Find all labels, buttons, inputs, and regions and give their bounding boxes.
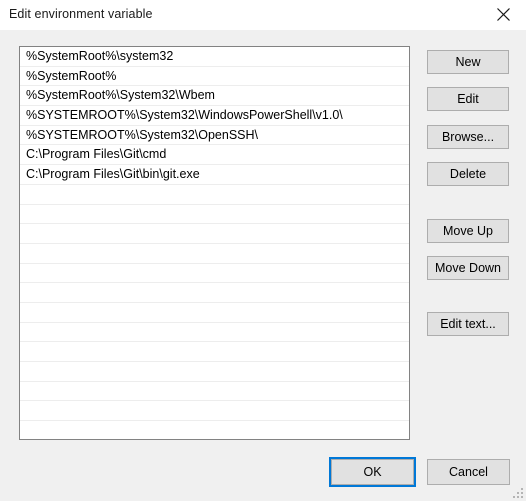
new-button[interactable]: New [427,50,509,74]
list-item[interactable]: %SystemRoot%\System32\Wbem [20,86,409,107]
list-item[interactable]: %SystemRoot%\system32 [20,47,409,67]
title-bar: Edit environment variable [0,0,526,31]
list-item[interactable]: %SYSTEMROOT%\System32\OpenSSH\ [20,126,409,146]
list-item-empty[interactable] [20,342,409,362]
edit-text-button[interactable]: Edit text... [427,312,509,336]
move-up-button[interactable]: Move Up [427,219,509,243]
list-item-empty[interactable] [20,401,409,422]
close-button[interactable] [481,0,526,29]
list-item-empty[interactable] [20,362,409,382]
list-item-empty[interactable] [20,244,409,264]
page-title: Edit environment variable [9,7,153,21]
browse-button[interactable]: Browse... [427,125,509,149]
ok-button[interactable]: OK [329,457,416,487]
edit-button[interactable]: Edit [427,87,509,111]
move-down-button[interactable]: Move Down [427,256,509,280]
delete-button[interactable]: Delete [427,162,509,186]
close-icon [497,8,510,21]
path-entries-listbox[interactable]: %SystemRoot%\system32 %SystemRoot% %System… [19,46,410,440]
path-entries-rows: %SystemRoot%\system32 %SystemRoot% %System… [20,47,409,439]
list-item-empty[interactable] [20,264,409,284]
edit-environment-variable-dialog: Edit environment variable %SystemRoot%\s… [0,0,526,501]
list-item[interactable]: %SystemRoot% [20,67,409,87]
list-item-empty[interactable] [20,224,409,244]
list-item-empty[interactable] [20,185,409,205]
list-item-empty[interactable] [20,323,409,343]
cancel-button[interactable]: Cancel [427,459,510,485]
list-item-empty[interactable] [20,382,409,402]
list-item-empty[interactable] [20,283,409,303]
list-item-empty[interactable] [20,303,409,323]
list-item[interactable]: C:\Program Files\Git\cmd [20,145,409,166]
list-item-empty[interactable] [20,421,409,439]
list-item-empty[interactable] [20,205,409,225]
resize-grip[interactable] [511,486,523,498]
list-item[interactable]: %SYSTEMROOT%\System32\WindowsPowerShell\… [20,106,409,126]
list-item[interactable]: C:\Program Files\Git\bin\git.exe [20,165,409,185]
